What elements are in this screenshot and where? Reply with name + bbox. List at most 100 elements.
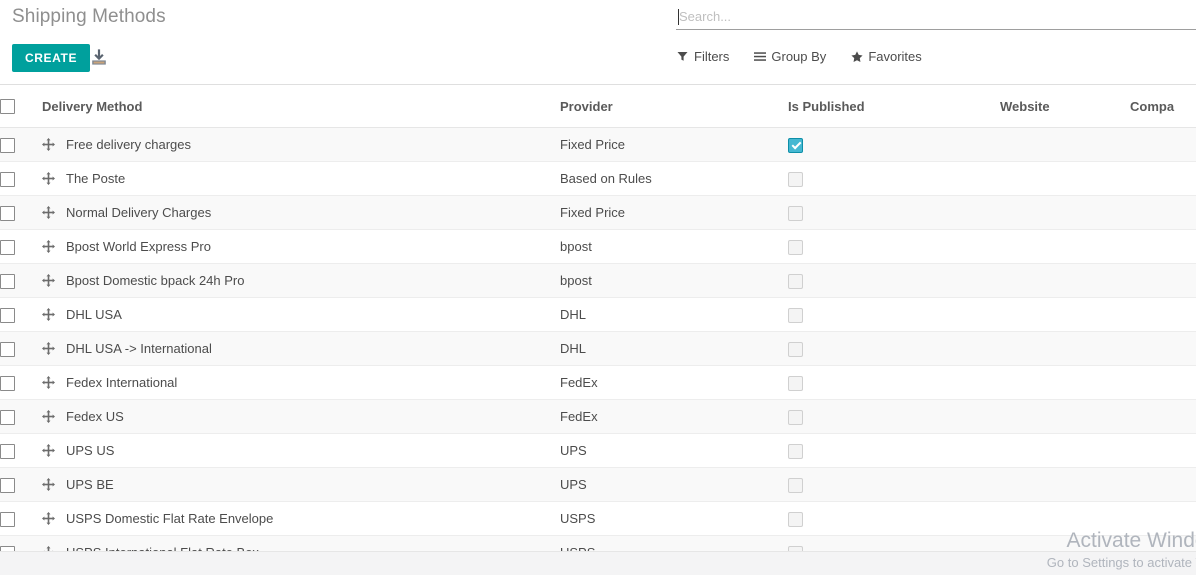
cell-website[interactable]	[1000, 332, 1130, 366]
table-row[interactable]: Fedex InternationalFedEx	[0, 366, 1196, 400]
row-select-cell[interactable]	[0, 434, 42, 468]
cell-company[interactable]	[1130, 196, 1196, 230]
cell-company[interactable]	[1130, 332, 1196, 366]
cell-is-published[interactable]	[788, 196, 1000, 230]
cell-provider[interactable]: bpost	[560, 264, 788, 298]
row-select-checkbox[interactable]	[0, 410, 15, 425]
cell-website[interactable]	[1000, 196, 1130, 230]
row-select-checkbox[interactable]	[0, 308, 15, 323]
create-button[interactable]: CREATE	[12, 44, 90, 72]
cell-delivery-method[interactable]: USPS Domestic Flat Rate Envelope	[42, 502, 560, 536]
drag-handle-icon[interactable]	[42, 512, 55, 525]
import-download-icon[interactable]	[89, 48, 109, 68]
cell-provider[interactable]: UPS	[560, 434, 788, 468]
table-row[interactable]: DHL USA -> InternationalDHL	[0, 332, 1196, 366]
cell-delivery-method[interactable]: DHL USA -> International	[42, 332, 560, 366]
drag-handle-icon[interactable]	[42, 410, 55, 423]
row-select-cell[interactable]	[0, 128, 42, 162]
row-select-cell[interactable]	[0, 502, 42, 536]
row-select-checkbox[interactable]	[0, 240, 15, 255]
drag-handle-icon[interactable]	[42, 342, 55, 355]
row-select-checkbox[interactable]	[0, 138, 15, 153]
column-header-delivery-method[interactable]: Delivery Method	[42, 85, 560, 128]
row-select-cell[interactable]	[0, 366, 42, 400]
drag-handle-icon[interactable]	[42, 274, 55, 287]
cell-is-published[interactable]	[788, 434, 1000, 468]
cell-company[interactable]	[1130, 162, 1196, 196]
cell-provider[interactable]: FedEx	[560, 366, 788, 400]
cell-is-published[interactable]	[788, 230, 1000, 264]
is-published-checkbox[interactable]	[788, 206, 803, 221]
drag-handle-icon[interactable]	[42, 172, 55, 185]
drag-handle-icon[interactable]	[42, 138, 55, 151]
is-published-checkbox[interactable]	[788, 138, 803, 153]
cell-website[interactable]	[1000, 502, 1130, 536]
table-row[interactable]: Normal Delivery ChargesFixed Price	[0, 196, 1196, 230]
cell-is-published[interactable]	[788, 366, 1000, 400]
drag-handle-icon[interactable]	[42, 206, 55, 219]
row-select-cell[interactable]	[0, 264, 42, 298]
row-select-cell[interactable]	[0, 162, 42, 196]
cell-is-published[interactable]	[788, 468, 1000, 502]
row-select-cell[interactable]	[0, 468, 42, 502]
cell-company[interactable]	[1130, 298, 1196, 332]
cell-is-published[interactable]	[788, 298, 1000, 332]
table-row[interactable]: The PosteBased on Rules	[0, 162, 1196, 196]
column-header-is-published[interactable]: Is Published	[788, 85, 1000, 128]
row-select-cell[interactable]	[0, 196, 42, 230]
cell-delivery-method[interactable]: DHL USA	[42, 298, 560, 332]
table-row[interactable]: USPS Domestic Flat Rate EnvelopeUSPS	[0, 502, 1196, 536]
row-select-checkbox[interactable]	[0, 376, 15, 391]
search-input[interactable]	[676, 8, 1196, 27]
cell-provider[interactable]: UPS	[560, 468, 788, 502]
is-published-checkbox[interactable]	[788, 240, 803, 255]
row-select-cell[interactable]	[0, 298, 42, 332]
favorites-menu[interactable]: Favorites	[850, 49, 921, 64]
drag-handle-icon[interactable]	[42, 376, 55, 389]
cell-provider[interactable]: DHL	[560, 298, 788, 332]
drag-handle-icon[interactable]	[42, 308, 55, 321]
row-select-cell[interactable]	[0, 332, 42, 366]
cell-website[interactable]	[1000, 264, 1130, 298]
cell-provider[interactable]: FedEx	[560, 400, 788, 434]
drag-handle-icon[interactable]	[42, 444, 55, 457]
cell-delivery-method[interactable]: UPS US	[42, 434, 560, 468]
table-row[interactable]: Bpost Domestic bpack 24h Probpost	[0, 264, 1196, 298]
cell-company[interactable]	[1130, 502, 1196, 536]
row-select-checkbox[interactable]	[0, 274, 15, 289]
column-header-website[interactable]: Website	[1000, 85, 1130, 128]
is-published-checkbox[interactable]	[788, 512, 803, 527]
cell-website[interactable]	[1000, 162, 1130, 196]
cell-website[interactable]	[1000, 400, 1130, 434]
group-by-menu[interactable]: Group By	[753, 49, 826, 64]
column-header-company[interactable]: Compa	[1130, 85, 1196, 128]
row-select-checkbox[interactable]	[0, 172, 15, 187]
table-row[interactable]: DHL USADHL	[0, 298, 1196, 332]
cell-website[interactable]	[1000, 128, 1130, 162]
cell-company[interactable]	[1130, 264, 1196, 298]
is-published-checkbox[interactable]	[788, 308, 803, 323]
cell-provider[interactable]: DHL	[560, 332, 788, 366]
is-published-checkbox[interactable]	[788, 172, 803, 187]
table-row[interactable]: Free delivery chargesFixed Price	[0, 128, 1196, 162]
drag-handle-icon[interactable]	[42, 478, 55, 491]
cell-is-published[interactable]	[788, 332, 1000, 366]
cell-delivery-method[interactable]: Fedex US	[42, 400, 560, 434]
cell-delivery-method[interactable]: Bpost World Express Pro	[42, 230, 560, 264]
cell-delivery-method[interactable]: Fedex International	[42, 366, 560, 400]
cell-delivery-method[interactable]: Normal Delivery Charges	[42, 196, 560, 230]
is-published-checkbox[interactable]	[788, 478, 803, 493]
table-row[interactable]: UPS BEUPS	[0, 468, 1196, 502]
cell-delivery-method[interactable]: Bpost Domestic bpack 24h Pro	[42, 264, 560, 298]
row-select-cell[interactable]	[0, 230, 42, 264]
cell-website[interactable]	[1000, 434, 1130, 468]
cell-delivery-method[interactable]: UPS BE	[42, 468, 560, 502]
cell-is-published[interactable]	[788, 264, 1000, 298]
cell-is-published[interactable]	[788, 162, 1000, 196]
row-select-checkbox[interactable]	[0, 444, 15, 459]
cell-company[interactable]	[1130, 230, 1196, 264]
row-select-cell[interactable]	[0, 400, 42, 434]
cell-is-published[interactable]	[788, 400, 1000, 434]
row-select-checkbox[interactable]	[0, 478, 15, 493]
cell-company[interactable]	[1130, 468, 1196, 502]
